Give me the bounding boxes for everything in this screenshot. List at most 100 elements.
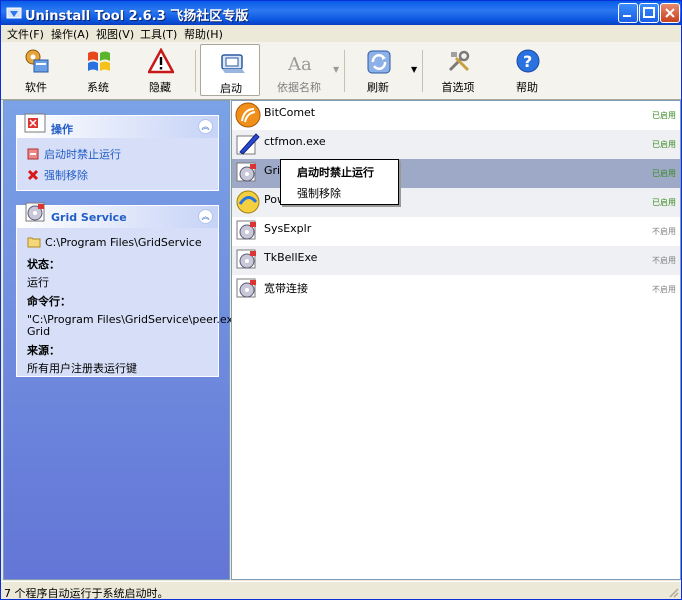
hidden-button[interactable]: 隐藏 (130, 44, 190, 96)
toolbar-separator (344, 50, 345, 92)
list-item[interactable]: TkBellExe 不启用 (232, 246, 680, 275)
item-status: 不启用 (652, 227, 676, 236)
status-bar: 7 个程序自动运行于系统启动时。 (1, 581, 681, 600)
startup-label: 启动 (220, 82, 242, 95)
details-panel: Grid Service ︽ C:\Program Files\GridServ… (16, 202, 259, 377)
force-remove-label: 强制移除 (44, 169, 88, 182)
item-name: 宽带连接 (264, 282, 308, 295)
font-aa-icon: Aa (287, 54, 312, 75)
program-icon (236, 220, 256, 240)
status-label: 状态： (27, 258, 60, 271)
toolbar-separator (195, 50, 196, 92)
refresh-icon (367, 50, 391, 74)
sort-by-name-button[interactable]: Aa 依据名称 (269, 44, 329, 96)
app-icon (6, 7, 22, 19)
collapse-icon[interactable]: ︽ (198, 209, 213, 224)
ctx-disable-startup[interactable]: 启动时禁止运行 (282, 161, 396, 181)
window-title: Uninstall Tool 2.6.3 飞扬社区专版 (25, 9, 249, 24)
context-menu: 启动时禁止运行 强制移除 (280, 159, 399, 205)
resize-grip-icon[interactable] (667, 586, 679, 598)
toolbar: 软件 系统 隐藏 启动 Aa 依据名称 ▼ 刷新 ▼ 首选项 ? 帮助 (1, 42, 681, 100)
disable-startup-label: 启动时禁止运行 (44, 148, 121, 161)
refresh-button[interactable]: 刷新 (348, 44, 408, 96)
list-item[interactable]: BitComet 已启用 (232, 101, 680, 130)
item-status: 已启用 (652, 198, 676, 207)
system-label: 系统 (87, 81, 109, 94)
sort-by-name-label: 依据名称 (277, 81, 321, 94)
windows-flag-icon (88, 51, 110, 71)
actions-icon (24, 113, 46, 133)
maximize-icon (643, 7, 655, 18)
program-icon (236, 249, 256, 269)
status-value: 运行 (27, 276, 49, 289)
minimize-icon (623, 15, 631, 17)
bitcomet-icon (235, 102, 261, 128)
toolbar-separator (422, 50, 423, 92)
force-remove-task[interactable]: 强制移除 (27, 167, 88, 183)
menu-view[interactable]: 视图(V) (96, 26, 134, 42)
item-name: TkBellExe (264, 251, 318, 264)
ctx-force-remove[interactable]: 强制移除 (282, 182, 396, 202)
item-status: 不启用 (652, 285, 676, 294)
item-status: 已启用 (652, 140, 676, 149)
program-path: C:\Program Files\GridService (27, 236, 202, 249)
help-button[interactable]: ? 帮助 (497, 44, 557, 96)
list-item[interactable]: 宽带连接 不启用 (232, 275, 680, 304)
status-text: 7 个程序自动运行于系统启动时。 (4, 587, 169, 600)
path-text: C:\Program Files\GridService (45, 236, 202, 249)
actions-panel-title: 操作 (51, 123, 73, 136)
details-panel-header[interactable]: Grid Service ︽ (17, 202, 218, 228)
item-status: 已启用 (652, 169, 676, 178)
startup-button[interactable]: 启动 (200, 44, 260, 96)
ctx-disable-startup-label: 启动时禁止运行 (297, 166, 374, 179)
startup-icon (221, 54, 245, 73)
warning-icon (148, 48, 174, 74)
item-name: SysExplr (264, 222, 312, 235)
menu-tools[interactable]: 工具(T) (140, 26, 177, 42)
app-window: Uninstall Tool 2.6.3 飞扬社区专版 文件(F) 操作(A) … (0, 0, 682, 600)
command-line-value-1: "C:\Program Files\GridService\peer.exe" … (27, 313, 259, 326)
list-item[interactable]: ctfmon.exe 已启用 (232, 130, 680, 159)
red-x-icon (27, 169, 39, 181)
minimize-button[interactable] (618, 3, 638, 23)
command-line-value-2: Grid (27, 325, 51, 338)
disable-startup-task[interactable]: 启动时禁止运行 (27, 146, 121, 162)
item-status: 不启用 (652, 256, 676, 265)
command-line-label: 命令行： (27, 295, 71, 308)
menu-help[interactable]: 帮助(H) (184, 26, 223, 42)
task-pane: 操作 ︽ 启动时禁止运行 强制移除 Grid Service ︽ C:\Prog… (3, 100, 259, 580)
title-bar[interactable]: Uninstall Tool 2.6.3 飞扬社区专版 (1, 1, 681, 25)
system-button[interactable]: 系统 (68, 44, 128, 96)
menu-action[interactable]: 操作(A) (51, 26, 89, 42)
preferences-label: 首选项 (441, 81, 475, 94)
power-icon (236, 190, 260, 214)
maximize-button[interactable] (639, 3, 659, 23)
program-icon (236, 278, 256, 298)
help-label: 帮助 (516, 81, 538, 94)
collapse-icon[interactable]: ︽ (198, 119, 213, 134)
disable-icon (27, 148, 39, 160)
actions-panel: 操作 ︽ 启动时禁止运行 强制移除 (16, 113, 219, 191)
item-name: ctfmon.exe (264, 135, 326, 148)
software-label: 软件 (25, 81, 47, 94)
ctx-force-remove-label: 强制移除 (297, 187, 341, 200)
software-button[interactable]: 软件 (6, 44, 66, 96)
sort-dropdown-arrow[interactable]: ▼ (333, 65, 339, 74)
actions-panel-header[interactable]: 操作 ︽ (17, 113, 218, 138)
pen-icon (236, 133, 260, 155)
program-icon (25, 202, 45, 222)
details-panel-title: Grid Service (51, 211, 127, 224)
list-item[interactable]: SysExplr 不启用 (232, 217, 680, 246)
software-icon (25, 49, 49, 73)
source-value: 所有用户注册表运行键 (27, 362, 137, 375)
source-label: 来源： (27, 344, 60, 357)
program-icon (236, 162, 256, 182)
item-name: BitComet (264, 106, 316, 119)
tools-icon (448, 50, 470, 72)
close-button[interactable] (660, 3, 680, 23)
menu-file[interactable]: 文件(F) (7, 26, 44, 42)
close-icon (665, 8, 675, 18)
preferences-button[interactable]: 首选项 (428, 44, 488, 96)
refresh-dropdown-arrow[interactable]: ▼ (411, 65, 417, 74)
help-icon: ? (516, 49, 540, 73)
